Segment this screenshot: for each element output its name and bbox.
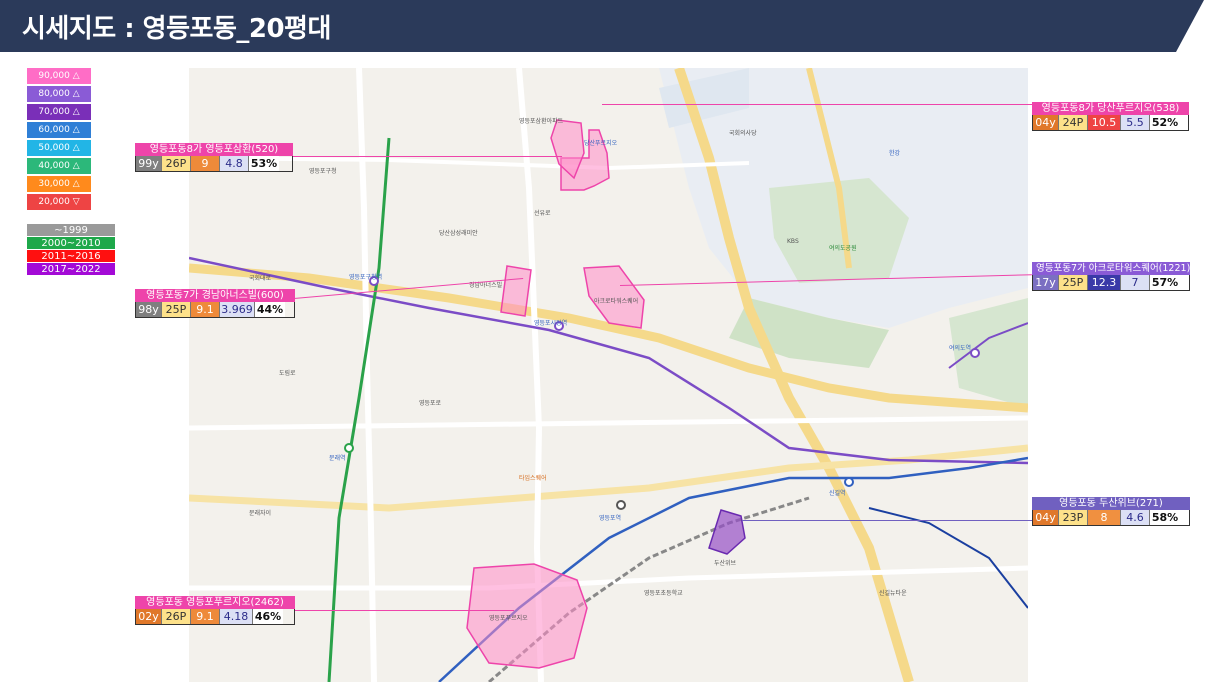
callout-rate: 53% — [249, 156, 279, 171]
apartment-callout[interactable]: 영등포동7가 아크로타워스퀘어(1221) 17y 25P 12.3 7 57% — [1032, 262, 1190, 291]
map-label: 국회의사당 — [729, 130, 757, 137]
leader-line — [292, 156, 562, 157]
year-legend: ~1999 2000~2010 2011~2016 2017~2022 — [27, 224, 115, 276]
year-legend-item: ~1999 — [27, 224, 115, 236]
map-label: 아크로타워스퀘어 — [594, 298, 639, 305]
apartment-callout[interactable]: 영등포동 두산위브(271) 04y 23P 8 4.6 58% — [1032, 497, 1190, 526]
price-legend-item: 90,000 △ — [27, 68, 91, 84]
callout-stats: 04y 24P 10.5 5.5 52% — [1032, 115, 1189, 131]
map-label: 신길뉴타운 — [879, 590, 907, 597]
map-label: 국회대로 — [249, 275, 272, 282]
callout-pyeong: 26P — [162, 609, 191, 624]
price-legend: 90,000 △ 80,000 △ 70,000 △ 60,000 △ 50,0… — [27, 68, 91, 212]
callout-title: 영등포동7가 아크로타워스퀘어(1221) — [1032, 262, 1190, 275]
callout-jeonse: 4.6 — [1121, 510, 1150, 525]
year-legend-item: 2011~2016 — [27, 250, 115, 262]
callout-rate: 58% — [1150, 510, 1180, 525]
year-legend-item: 2017~2022 — [27, 263, 115, 275]
callout-jeonse: 4.18 — [220, 609, 253, 624]
callout-title: 영등포동 영등포푸르지오(2462) — [135, 596, 295, 609]
leader-line — [294, 610, 514, 611]
map-label: 영등포역 — [599, 515, 622, 522]
map-label: 타임스퀘어 — [519, 475, 547, 482]
map-label: 영등포구청역 — [349, 274, 383, 281]
map-label: 당산삼성래미안 — [439, 230, 478, 237]
callout-jeonse: 3.969 — [220, 302, 255, 317]
map-label: 문래역 — [329, 455, 346, 462]
map-label: 영등포삼환아파트 — [519, 118, 564, 125]
map-label: 한강 — [889, 150, 901, 157]
callout-pyeong: 25P — [162, 302, 191, 317]
apartment-callout[interactable]: 영등포동7가 경남아너스빌(600) 98y 25P 9.1 3.969 44% — [135, 289, 295, 318]
callout-rate: 46% — [253, 609, 283, 624]
callout-title: 영등포동7가 경남아너스빌(600) — [135, 289, 295, 302]
callout-year: 02y — [136, 609, 162, 624]
callout-jeonse: 4.8 — [220, 156, 249, 171]
callout-rate: 44% — [255, 302, 285, 317]
callout-title: 영등포동8가 영등포삼환(520) — [135, 143, 293, 156]
callout-pyeong: 25P — [1059, 275, 1088, 290]
callout-price: 12.3 — [1088, 275, 1121, 290]
map-label: 영등포시장역 — [534, 320, 568, 327]
map-label: 문래자이 — [249, 510, 272, 517]
complex-area-kyungnam — [500, 265, 532, 317]
map-label: 신길역 — [829, 490, 846, 497]
callout-pyeong: 24P — [1059, 115, 1088, 130]
callout-pyeong: 26P — [162, 156, 191, 171]
price-legend-item: 20,000 ▽ — [27, 194, 91, 210]
map-label: 영등포초등학교 — [644, 590, 683, 597]
map-label: 도림로 — [279, 370, 296, 377]
callout-title: 영등포동 두산위브(271) — [1032, 497, 1190, 510]
map-label: 당산푸르지오 — [584, 140, 618, 147]
year-legend-item: 2000~2010 — [27, 237, 115, 249]
callout-stats: 99y 26P 9 4.8 53% — [135, 156, 293, 172]
callout-price: 10.5 — [1088, 115, 1121, 130]
callout-price: 9 — [191, 156, 220, 171]
callout-year: 98y — [136, 302, 162, 317]
station-marker — [616, 500, 626, 510]
leader-line — [742, 520, 1032, 521]
price-legend-item: 40,000 △ — [27, 158, 91, 174]
callout-stats: 98y 25P 9.1 3.969 44% — [135, 302, 295, 318]
callout-stats: 17y 25P 12.3 7 57% — [1032, 275, 1190, 291]
callout-year: 04y — [1033, 115, 1059, 130]
leader-line — [602, 104, 1032, 105]
apartment-callout[interactable]: 영등포동8가 영등포삼환(520) 99y 26P 9 4.8 53% — [135, 143, 293, 172]
station-marker — [344, 443, 354, 453]
price-legend-item: 60,000 △ — [27, 122, 91, 138]
map-label: 여의도역 — [949, 345, 972, 352]
callout-pyeong: 23P — [1059, 510, 1088, 525]
callout-year: 99y — [136, 156, 162, 171]
callout-price: 9.1 — [191, 609, 220, 624]
callout-stats: 04y 23P 8 4.6 58% — [1032, 510, 1190, 526]
callout-year: 17y — [1033, 275, 1059, 290]
callout-jeonse: 7 — [1121, 275, 1150, 290]
map-area[interactable]: 당산푸르지오 영등포삼환아파트 영등포구청 영등포구청역 당산삼성래미안 경남아… — [189, 68, 1028, 682]
page-title: 시세지도 : 영등포동_20평대 — [22, 14, 331, 44]
map-label: KBS — [787, 238, 799, 245]
price-legend-item: 30,000 △ — [27, 176, 91, 192]
header-bar: 시세지도 : 영등포동_20평대 — [0, 0, 1216, 52]
map-label: 영등포구청 — [309, 168, 337, 175]
station-marker — [970, 348, 980, 358]
callout-rate: 57% — [1150, 275, 1180, 290]
price-legend-item: 70,000 △ — [27, 104, 91, 120]
callout-price: 9.1 — [191, 302, 220, 317]
apartment-callout[interactable]: 영등포동 영등포푸르지오(2462) 02y 26P 9.1 4.18 46% — [135, 596, 295, 625]
callout-stats: 02y 26P 9.1 4.18 46% — [135, 609, 295, 625]
map-label: 영등포푸르지오 — [489, 615, 528, 622]
apartment-callout[interactable]: 영등포동8가 당산푸르지오(538) 04y 24P 10.5 5.5 52% — [1032, 102, 1189, 131]
map-label: 영등포로 — [419, 400, 442, 407]
station-marker — [844, 477, 854, 487]
map-label: 선유로 — [534, 210, 551, 217]
callout-title: 영등포동8가 당산푸르지오(538) — [1032, 102, 1189, 115]
price-legend-item: 50,000 △ — [27, 140, 91, 156]
callout-jeonse: 5.5 — [1121, 115, 1150, 130]
callout-year: 04y — [1033, 510, 1059, 525]
callout-price: 8 — [1088, 510, 1121, 525]
price-legend-item: 80,000 △ — [27, 86, 91, 102]
map-label: 여의도공원 — [829, 245, 857, 252]
map-label: 두산위브 — [714, 560, 737, 567]
callout-rate: 52% — [1150, 115, 1180, 130]
